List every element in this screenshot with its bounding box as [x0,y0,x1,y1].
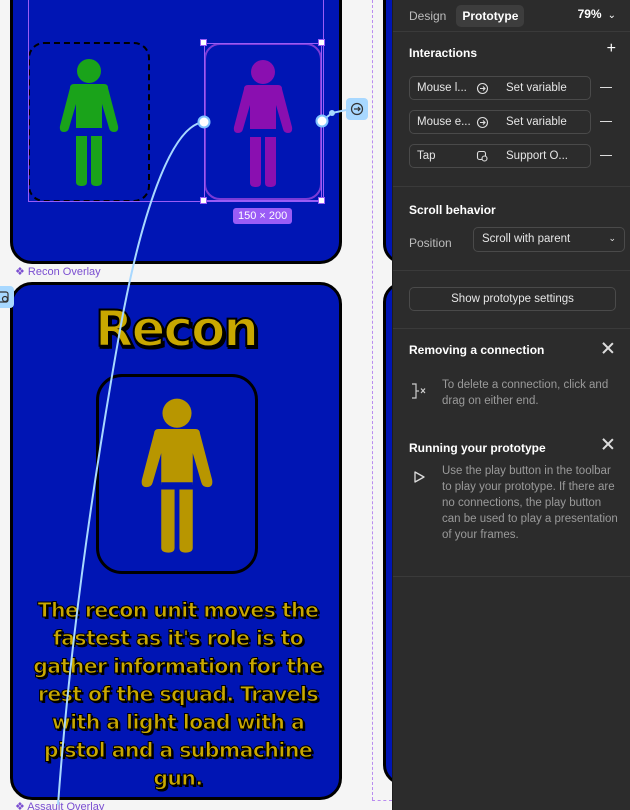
minus-icon[interactable] [600,87,612,88]
design-canvas[interactable]: 150 × 200 Recon The recon unit moves the… [0,0,392,810]
interactions-title: Interactions [409,46,478,60]
variable-icon [470,77,494,99]
connection-node [315,114,329,128]
tab-prototype[interactable]: Prototype [456,4,525,27]
interaction-action: Set variable [506,116,567,128]
overlay-connection-icon[interactable] [346,98,368,120]
minus-icon[interactable] [600,155,612,156]
tip-removing-connection: Removing a connection To delete a connec… [393,329,630,429]
overlay-connection-icon[interactable] [0,286,14,308]
position-label: Position [409,236,452,250]
connection-node [329,110,335,116]
chevron-down-icon: ⌄ [608,233,616,243]
interaction-row[interactable]: Tap Support O... [409,144,612,168]
scroll-behavior-section: Scroll behavior Position Scroll with par… [393,187,630,271]
interaction-action: Support O... [506,150,569,162]
tab-design[interactable]: Design [403,5,452,27]
interactions-section: Interactions + Mouse l... Set variable M… [393,32,630,187]
tip-title: Removing a connection [409,343,545,357]
prototype-settings-section: Show prototype settings [393,271,630,329]
properties-panel: Design Prototype 79% ⌄ Interactions + Mou… [392,0,630,810]
plus-icon[interactable]: + [607,41,616,57]
disconnect-icon [412,383,426,399]
interaction-action: Set variable [506,82,567,94]
chevron-down-icon: ⌄ [607,10,616,21]
position-select[interactable]: Scroll with parent ⌄ [473,227,625,252]
close-icon[interactable] [602,438,614,450]
tip-title: Running your prototype [409,441,546,455]
panel-tabs: Design Prototype 79% ⌄ [393,0,630,32]
interaction-row[interactable]: Mouse l... Set variable [409,76,612,100]
connection-line [57,121,205,806]
interaction-trigger: Mouse l... [417,82,467,94]
minus-icon[interactable] [600,121,612,122]
interaction-row[interactable]: Mouse e... Set variable [409,110,612,134]
scroll-behavior-title: Scroll behavior [409,203,496,217]
tip-text: Use the play button in the toolbar to pl… [442,465,618,541]
tip-text: To delete a connection, click and drag o… [442,379,609,407]
interaction-trigger: Tap [417,150,436,162]
play-icon [414,471,425,483]
tip-running-prototype: Running your prototype Use the play butt… [393,429,630,577]
overlay-icon [470,145,494,167]
show-prototype-settings-button[interactable]: Show prototype settings [409,287,616,311]
interaction-trigger: Mouse e... [417,116,470,128]
zoom-value: 79% [577,7,602,21]
zoom-dropdown[interactable]: 79% ⌄ [578,7,616,21]
variable-icon [470,111,494,133]
position-value: Scroll with parent [482,233,571,245]
close-icon[interactable] [602,342,614,354]
prototype-connections [57,109,347,806]
connection-node [197,115,211,129]
